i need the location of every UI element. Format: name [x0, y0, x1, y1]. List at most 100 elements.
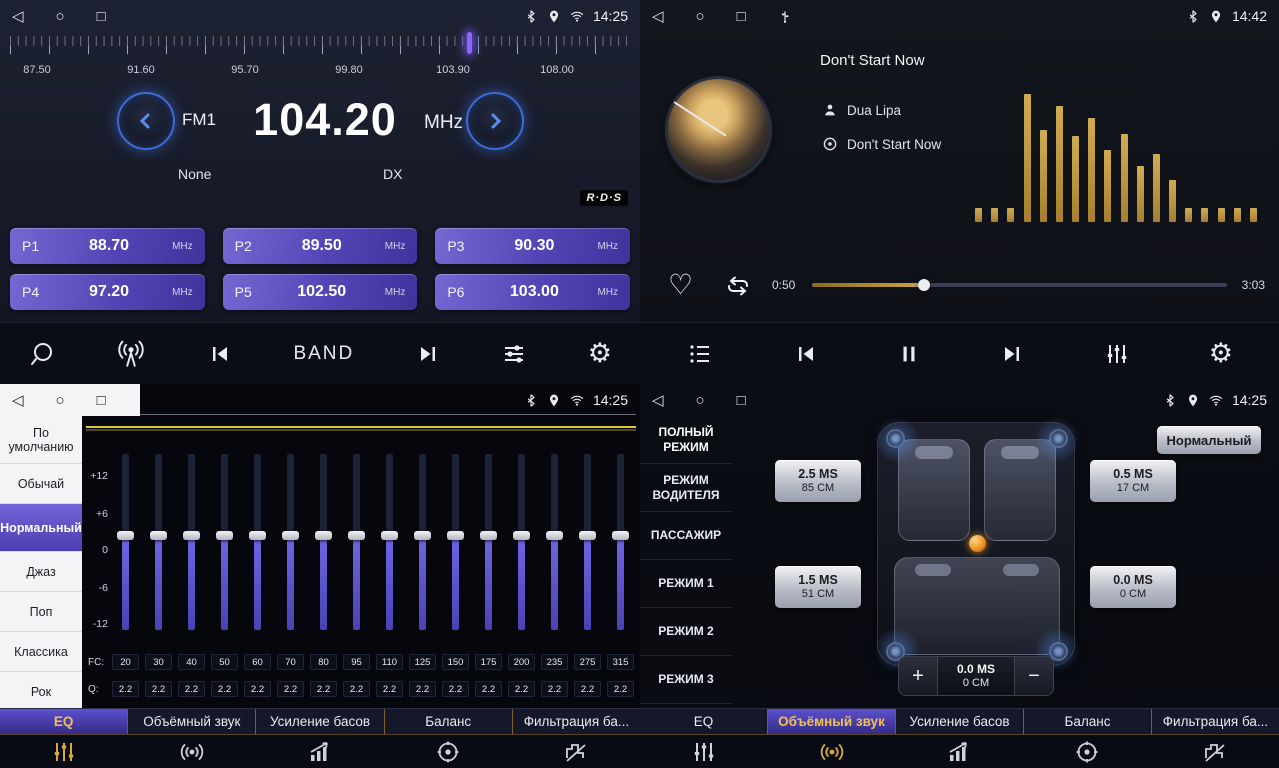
slider-handle[interactable] — [249, 531, 266, 540]
audio-settings-button[interactable] — [501, 342, 527, 366]
back-icon[interactable]: ◁ — [12, 393, 24, 408]
preset-button-6[interactable]: P6 103.00 MHz — [435, 274, 630, 310]
eq-preset-classic[interactable]: Классика — [0, 632, 82, 672]
preset-button-5[interactable]: P5 102.50 MHz — [223, 274, 418, 310]
slider-handle[interactable] — [480, 531, 497, 540]
recents-icon[interactable]: □ — [97, 9, 106, 24]
slider-handle[interactable] — [612, 531, 629, 540]
eq-band-slider[interactable] — [509, 454, 535, 646]
playlist-button[interactable] — [686, 342, 714, 366]
favorite-heart-icon[interactable]: ♡ — [668, 268, 693, 301]
eq-preset-pop[interactable]: Поп — [0, 592, 82, 632]
tab-eq-button[interactable] — [0, 735, 128, 768]
eq-preset-rock[interactable]: Рок — [0, 672, 82, 712]
home-icon[interactable]: ○ — [696, 393, 705, 408]
eq-band-slider[interactable] — [575, 454, 601, 646]
back-icon[interactable]: ◁ — [652, 9, 664, 24]
slider-handle[interactable] — [315, 531, 332, 540]
mode-driver[interactable]: РЕЖИМ ВОДИТЕЛЯ — [640, 464, 732, 512]
home-icon[interactable]: ○ — [56, 393, 65, 408]
eq-band-slider[interactable] — [343, 454, 369, 646]
tab-filter[interactable]: Фильтрация ба... — [1152, 709, 1279, 734]
slider-handle[interactable] — [183, 531, 200, 540]
eq-band-slider[interactable] — [211, 454, 237, 646]
band-button[interactable]: BAND — [293, 343, 354, 365]
eq-preset-custom[interactable]: Обычай — [0, 464, 82, 504]
eq-preset-normal[interactable]: Нормальный — [0, 504, 82, 552]
eq-band-slider[interactable] — [542, 454, 568, 646]
slider-handle[interactable] — [216, 531, 233, 540]
eq-preset-default[interactable]: По умолчанию — [0, 416, 82, 464]
sound-profile-button[interactable]: Нормальный — [1157, 426, 1261, 454]
eq-band-slider[interactable] — [178, 454, 204, 646]
eq-band-slider[interactable] — [112, 454, 138, 646]
broadcast-button[interactable] — [116, 340, 146, 368]
delay-rear-left-button[interactable]: 1.5 MS 51 CM — [775, 566, 861, 608]
tab-bass-boost[interactable]: Усиление басов — [256, 709, 384, 734]
delay-front-left-button[interactable]: 2.5 MS 85 CM — [775, 460, 861, 502]
recents-icon[interactable]: □ — [97, 393, 106, 408]
previous-station-button[interactable] — [207, 342, 233, 366]
tab-filter[interactable]: Фильтрация ба... — [513, 709, 640, 734]
mode-2[interactable]: РЕЖИМ 2 — [640, 608, 732, 656]
eq-band-slider[interactable] — [608, 454, 634, 646]
tab-bass-boost[interactable]: Усиление басов — [896, 709, 1024, 734]
slider-handle[interactable] — [579, 531, 596, 540]
home-icon[interactable]: ○ — [696, 9, 705, 24]
mode-1[interactable]: РЕЖИМ 1 — [640, 560, 732, 608]
seek-handle[interactable] — [918, 279, 930, 291]
tab-eq-button[interactable] — [640, 735, 768, 768]
delay-rear-right-button[interactable]: 0.0 MS 0 CM — [1090, 566, 1176, 608]
equalizer-button[interactable] — [1104, 342, 1130, 366]
previous-track-button[interactable] — [793, 342, 819, 366]
tab-filter-button[interactable] — [512, 735, 640, 768]
tune-down-button[interactable] — [117, 92, 175, 150]
tab-surround-button[interactable] — [128, 735, 256, 768]
tab-eq[interactable]: EQ — [640, 709, 768, 734]
slider-handle[interactable] — [381, 531, 398, 540]
delay-front-right-button[interactable]: 0.5 MS 17 CM — [1090, 460, 1176, 502]
scan-button[interactable] — [28, 340, 56, 368]
back-icon[interactable]: ◁ — [12, 9, 24, 24]
mode-passenger[interactable]: ПАССАЖИР — [640, 512, 732, 560]
back-icon[interactable]: ◁ — [652, 393, 664, 408]
tab-bass-boost-button[interactable] — [896, 735, 1024, 768]
home-icon[interactable]: ○ — [56, 9, 65, 24]
tab-surround[interactable]: Объёмный звук — [128, 709, 256, 734]
eq-band-slider[interactable] — [310, 454, 336, 646]
eq-band-slider[interactable] — [145, 454, 171, 646]
eq-band-slider[interactable] — [410, 454, 436, 646]
next-track-button[interactable] — [999, 342, 1025, 366]
preset-button-2[interactable]: P2 89.50 MHz — [223, 228, 418, 264]
delay-decrease-button[interactable]: − — [1015, 657, 1053, 695]
slider-handle[interactable] — [546, 531, 563, 540]
settings-gear-icon[interactable]: ⚙ — [1209, 340, 1233, 367]
recents-icon[interactable]: □ — [737, 9, 746, 24]
preset-button-4[interactable]: P4 97.20 MHz — [10, 274, 205, 310]
delay-increase-button[interactable]: + — [899, 657, 937, 695]
pause-button[interactable] — [898, 342, 920, 366]
eq-band-slider[interactable] — [377, 454, 403, 646]
preset-button-3[interactable]: P3 90.30 MHz — [435, 228, 630, 264]
preset-button-1[interactable]: P1 88.70 MHz — [10, 228, 205, 264]
slider-handle[interactable] — [348, 531, 365, 540]
slider-handle[interactable] — [447, 531, 464, 540]
frequency-ruler[interactable] — [10, 36, 630, 60]
slider-handle[interactable] — [150, 531, 167, 540]
tab-balance[interactable]: Баланс — [1024, 709, 1152, 734]
listening-position-marker[interactable] — [969, 535, 986, 552]
tab-bass-boost-button[interactable] — [256, 735, 384, 768]
slider-handle[interactable] — [414, 531, 431, 540]
seek-bar[interactable] — [812, 283, 1227, 287]
eq-band-slider[interactable] — [244, 454, 270, 646]
mode-3[interactable]: РЕЖИМ 3 — [640, 656, 732, 704]
mode-full[interactable]: ПОЛНЫЙ РЕЖИМ — [640, 416, 732, 464]
tab-balance-button[interactable] — [384, 735, 512, 768]
tab-balance[interactable]: Баланс — [385, 709, 513, 734]
eq-preset-jazz[interactable]: Джаз — [0, 552, 82, 592]
tab-filter-button[interactable] — [1151, 735, 1279, 768]
tab-surround-button[interactable] — [768, 735, 896, 768]
tune-up-button[interactable] — [466, 92, 524, 150]
tab-balance-button[interactable] — [1023, 735, 1151, 768]
slider-handle[interactable] — [117, 531, 134, 540]
